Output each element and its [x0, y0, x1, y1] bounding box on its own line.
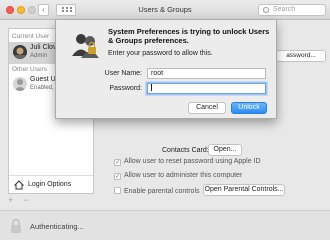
checkmark-icon[interactable]: ✓	[114, 173, 121, 180]
reset-password-checkbox-row[interactable]: ✓ Allow user to reset password using Appl…	[114, 158, 261, 166]
unlock-dialog: System Preferences is trying to unlock U…	[55, 20, 277, 119]
username-value: root	[151, 70, 164, 77]
checkmark-icon[interactable]: ✓	[114, 159, 121, 166]
lock-icon[interactable]	[10, 218, 22, 234]
password-field[interactable]	[147, 83, 266, 94]
contacts-card-label: Contacts Card:	[162, 147, 209, 154]
authenticating-status: Authenticating...	[30, 222, 84, 231]
avatar	[13, 45, 27, 59]
current-user-heading: Current User	[12, 33, 50, 40]
search-icon	[263, 7, 269, 13]
user-role: Admin	[30, 53, 48, 59]
open-contacts-button[interactable]: Open...	[208, 144, 242, 156]
empty-checkbox[interactable]	[114, 187, 121, 194]
text-caret	[151, 84, 152, 91]
add-remove-controls: + −	[8, 195, 37, 205]
login-options-item[interactable]: Login Options	[9, 175, 93, 193]
house-icon	[14, 180, 24, 190]
checkbox-label: Allow user to reset password using Apple…	[124, 158, 261, 165]
remove-user-button[interactable]: −	[24, 195, 29, 205]
parental-controls-checkbox-row[interactable]: Enable parental controls	[114, 187, 200, 195]
cancel-button[interactable]: Cancel	[188, 102, 226, 114]
open-parental-controls-button[interactable]: Open Parental Controls...	[203, 184, 285, 196]
guest-avatar-icon	[13, 77, 27, 91]
unlock-button[interactable]: Unlock	[231, 102, 267, 114]
title-bar: ‹ Users & Groups Search	[0, 0, 330, 20]
login-options-label: Login Options	[28, 181, 72, 188]
dialog-message: Enter your password to allow this.	[108, 50, 213, 57]
search-placeholder: Search	[273, 6, 296, 13]
dialog-title: System Preferences is trying to unlock U…	[108, 27, 270, 45]
password-label: Password:	[109, 85, 142, 92]
checkbox-label: Enable parental controls	[124, 188, 200, 195]
users-icon	[72, 34, 99, 58]
checkbox-label: Allow user to administer this computer	[124, 172, 243, 179]
add-user-button[interactable]: +	[8, 195, 13, 205]
username-field[interactable]: root	[147, 68, 266, 79]
search-field[interactable]: Search	[258, 4, 326, 16]
username-label: User Name:	[104, 70, 142, 77]
other-users-heading: Other Users	[12, 66, 48, 73]
change-password-button[interactable]: assword...	[276, 50, 326, 62]
administer-checkbox-row[interactable]: ✓ Allow user to administer this computer	[114, 172, 242, 180]
bottom-bar: Authenticating...	[0, 210, 330, 240]
